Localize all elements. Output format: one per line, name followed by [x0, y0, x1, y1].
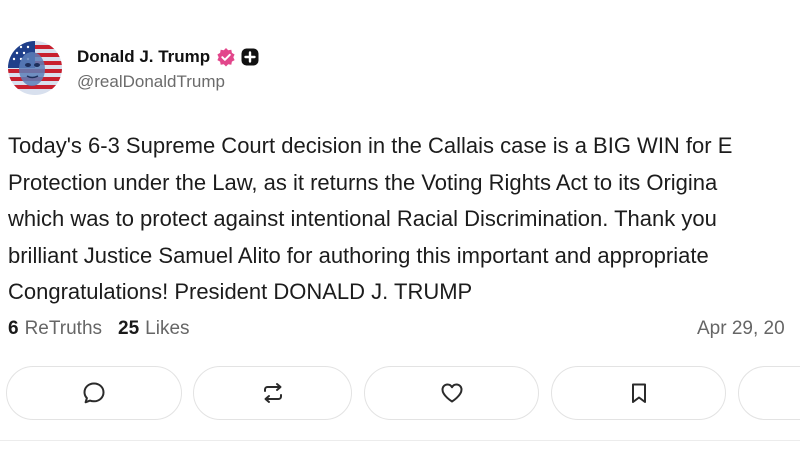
author-info: Donald J. Trump @realDonaldTrump: [77, 44, 259, 92]
retruths-count: 6: [8, 318, 19, 339]
post-text-line: Congratulations! President DONALD J. TRU…: [8, 279, 473, 304]
post-text-line: which was to protect against intentional…: [8, 206, 717, 231]
retruths-label: ReTruths: [24, 318, 103, 339]
retruths-stat[interactable]: 6 ReTruths: [8, 318, 102, 340]
post-text-line: Today's 6-3 Supreme Court decision in th…: [8, 133, 733, 158]
post-text-line: brilliant Justice Samuel Alito for autho…: [8, 242, 709, 268]
bookmark-button[interactable]: [551, 366, 726, 420]
post-timestamp[interactable]: Apr 29, 20: [697, 318, 785, 340]
avatar[interactable]: [8, 41, 62, 95]
verified-badge-icon: [216, 47, 236, 67]
post-card: Donald J. Trump @realDonaldTrump Today's…: [0, 0, 800, 450]
action-bar: [0, 366, 800, 422]
retruth-icon: [260, 380, 286, 406]
post-header: Donald J. Trump @realDonaldTrump: [8, 40, 259, 96]
bookmark-icon: [626, 380, 652, 406]
post-text-line: Protection under the Law, as it returns …: [8, 169, 718, 195]
handle[interactable]: @realDonaldTrump: [77, 72, 259, 92]
heart-icon: [439, 380, 465, 406]
more-button[interactable]: [738, 366, 800, 420]
likes-count: 25: [118, 318, 140, 339]
divider: [0, 440, 800, 441]
like-button[interactable]: [364, 366, 539, 420]
retruth-button[interactable]: [193, 366, 352, 420]
likes-stat[interactable]: 25 Likes: [118, 318, 190, 340]
name-row: Donald J. Trump: [77, 44, 259, 70]
reply-button[interactable]: [6, 366, 182, 420]
post-text: Today's 6-3 Supreme Court decision in th…: [8, 128, 800, 311]
comment-icon: [81, 380, 107, 406]
post-stats: 6 ReTruths 25 Likes: [8, 318, 190, 340]
plus-badge-icon: [241, 48, 259, 66]
likes-label: Likes: [145, 318, 190, 339]
display-name[interactable]: Donald J. Trump: [77, 47, 210, 67]
